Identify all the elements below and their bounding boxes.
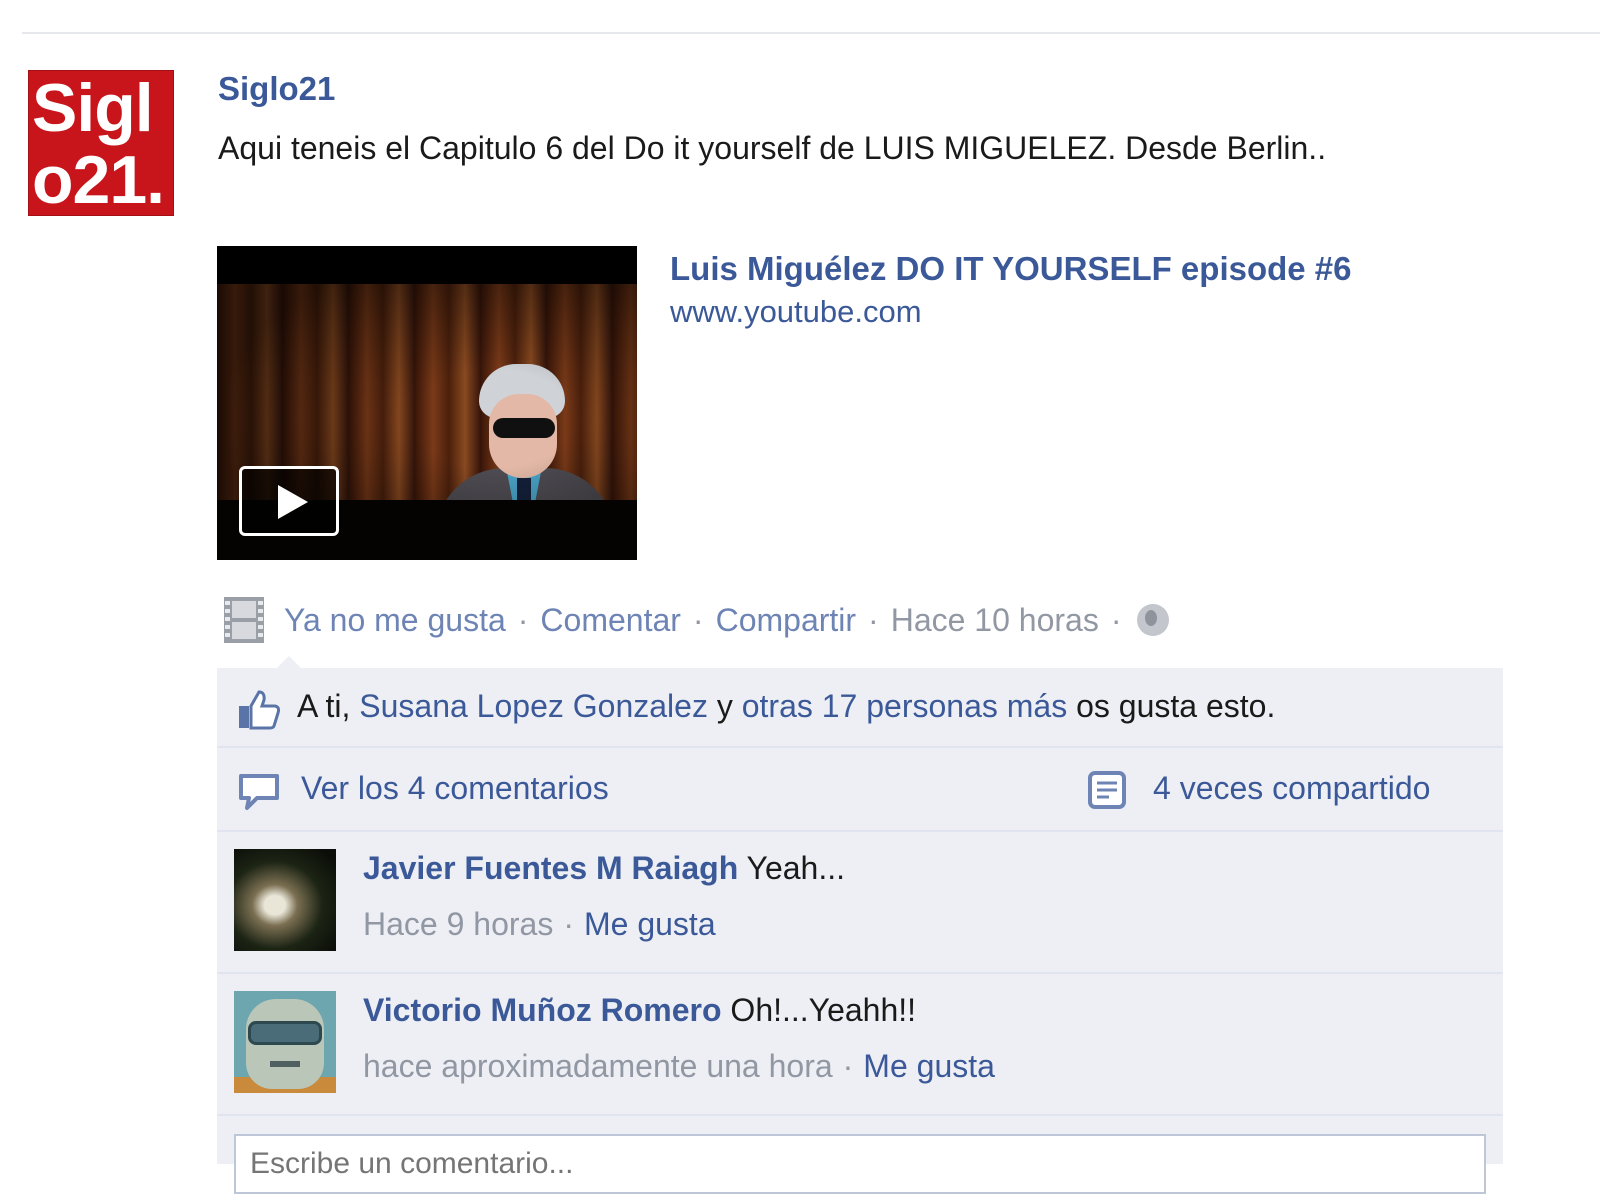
separator: ·: [692, 601, 704, 638]
separator: ·: [1110, 601, 1122, 638]
post-timestamp[interactable]: Hace 10 horas: [891, 602, 1099, 639]
comments-summary-row: Ver los 4 comentarios 4 veces compartido: [217, 748, 1503, 832]
divider: [22, 32, 1600, 34]
comment-timestamp[interactable]: hace aproximadamente una hora: [363, 1048, 833, 1084]
likes-conjunction: y: [716, 688, 733, 724]
comment-bubble-icon: [239, 774, 279, 810]
attachment-domain: www.youtube.com: [670, 294, 922, 329]
film-icon: [224, 597, 264, 643]
comment-timestamp[interactable]: Hace 9 horas: [363, 906, 553, 942]
attachment-title-link[interactable]: Luis Miguélez DO IT YOURSELF episode #6: [670, 250, 1352, 288]
likes-suffix: os gusta esto.: [1076, 688, 1276, 724]
ufi-arrow: [277, 656, 301, 668]
comment-like-link[interactable]: Me gusta: [584, 906, 716, 942]
commenter-name-link[interactable]: Victorio Muñoz Romero: [363, 992, 722, 1028]
comment-text: Oh!...Yeahh!!: [730, 992, 917, 1028]
avatar-text-top: Sigl: [32, 70, 154, 146]
share-link[interactable]: Compartir: [716, 602, 856, 639]
share-icon: [1088, 771, 1126, 809]
comment-item: Victorio Muñoz Romero Oh!...Yeahh!! hace…: [217, 974, 1503, 1116]
likes-sentence: A ti, Susana Lopez Gonzalez y otras 17 p…: [297, 688, 1275, 725]
view-all-comments-link[interactable]: Ver los 4 comentarios: [301, 770, 609, 807]
other-likers-link[interactable]: otras 17 personas más: [742, 688, 1068, 724]
post-author-link[interactable]: Siglo21: [218, 70, 335, 108]
likes-prefix: A ti,: [297, 688, 351, 724]
thumbs-up-icon: [239, 690, 281, 730]
post-actions-bar: Ya no me gusta · Comentar · Compartir · …: [222, 596, 1170, 644]
comment-like-link[interactable]: Me gusta: [863, 1048, 995, 1084]
likes-row: A ti, Susana Lopez Gonzalez y otras 17 p…: [217, 668, 1503, 748]
separator: ·: [842, 1048, 854, 1084]
comment-text: Yeah...: [746, 850, 846, 886]
play-icon: [278, 485, 308, 519]
separator: ·: [563, 906, 574, 942]
feedback-box: A ti, Susana Lopez Gonzalez y otras 17 p…: [217, 668, 1503, 1194]
comment-body: Javier Fuentes M Raiagh Yeah...: [363, 850, 845, 887]
post-message: Aqui teneis el Capitulo 6 del Do it your…: [218, 130, 1327, 166]
separator: ·: [868, 601, 879, 638]
separator: ·: [517, 601, 529, 638]
comment-input[interactable]: [234, 1134, 1486, 1194]
comment-meta: Hace 9 horas · Me gusta: [363, 906, 716, 943]
comment-meta: hace aproximadamente una hora · Me gusta: [363, 1048, 995, 1085]
avatar-text-bottom: o21.: [32, 142, 165, 216]
globe-icon[interactable]: [1137, 604, 1170, 636]
page-avatar[interactable]: Sigl o21.: [28, 70, 174, 216]
comment-item: Javier Fuentes M Raiagh Yeah... Hace 9 h…: [217, 832, 1503, 974]
commenter-avatar[interactable]: [234, 849, 336, 951]
share-count-link[interactable]: 4 veces compartido: [1153, 770, 1430, 807]
comment-link[interactable]: Comentar: [540, 602, 681, 639]
comment-body: Victorio Muñoz Romero Oh!...Yeahh!!: [363, 992, 916, 1029]
comment-input-row: [217, 1116, 1503, 1194]
play-button[interactable]: [239, 466, 339, 536]
commenter-name-link[interactable]: Javier Fuentes M Raiagh: [363, 850, 738, 886]
commenter-avatar[interactable]: [234, 991, 336, 1093]
video-thumbnail[interactable]: [217, 246, 637, 560]
liker-link[interactable]: Susana Lopez Gonzalez: [359, 688, 708, 724]
unlike-link[interactable]: Ya no me gusta: [284, 602, 506, 639]
